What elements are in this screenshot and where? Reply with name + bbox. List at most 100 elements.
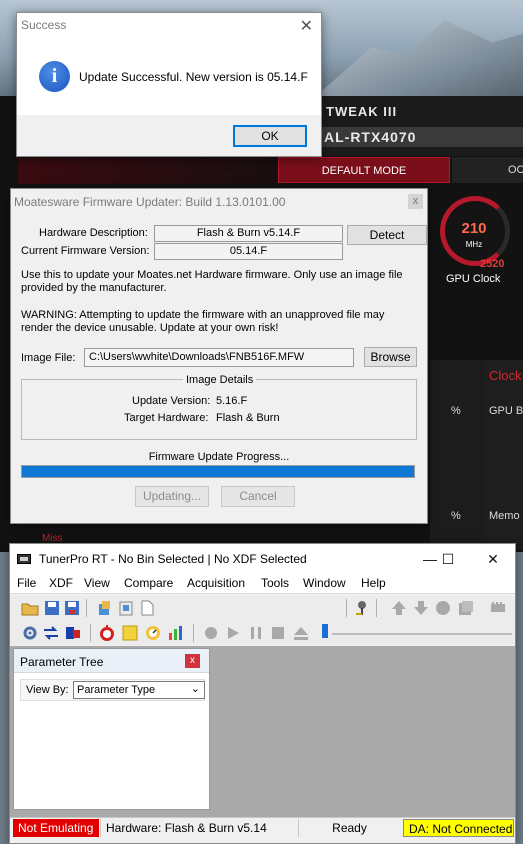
playback-slider-track[interactable] — [332, 633, 512, 635]
record-icon[interactable] — [202, 624, 220, 642]
oc-mode-tab[interactable]: OC — [452, 157, 523, 183]
dialog-title: Success — [21, 18, 67, 32]
gpu-memory-label: Memo — [489, 510, 520, 522]
toolbar-separator — [86, 599, 87, 617]
menu-bar: File XDF View Compare Acquisition Tools … — [10, 574, 515, 594]
firmware-version-field: 05.14.F — [154, 243, 343, 260]
gpu-percent-label: % — [451, 405, 461, 417]
firmware-updater-window: Moatesware Firmware Updater: Build 1.13.… — [10, 188, 428, 524]
close-icon[interactable]: ✕ — [300, 16, 313, 36]
ready-status: Ready — [298, 819, 400, 837]
load-xdf-icon[interactable] — [96, 599, 114, 617]
firmware-version-label: Current Firmware Version: — [21, 245, 150, 257]
pages-icon[interactable] — [457, 599, 475, 617]
window-title: TunerPro RT - No Bin Selected | No XDF S… — [39, 552, 307, 566]
tunerpro-window: TunerPro RT - No Bin Selected | No XDF S… — [9, 543, 516, 844]
close-icon[interactable]: x — [185, 654, 200, 668]
record-icon[interactable] — [434, 599, 452, 617]
view-by-value: Parameter Type — [77, 684, 156, 696]
window-title: Moatesware Firmware Updater: Build 1.13.… — [14, 195, 286, 209]
gpu-clock-section-label: Clock — [489, 368, 522, 383]
stop-icon[interactable] — [269, 624, 287, 642]
view-by-label: View By: — [26, 684, 69, 696]
menu-help[interactable]: Help — [361, 576, 386, 590]
update-version-label: Update Version: — [132, 395, 211, 407]
gear-icon[interactable] — [21, 624, 39, 642]
progress-fill — [22, 466, 414, 477]
chip-icon — [17, 554, 31, 564]
menu-view[interactable]: View — [84, 576, 110, 590]
emulation-status: Not Emulating — [13, 819, 99, 837]
status-bar: Not Emulating Hardware: Flash & Burn v5.… — [10, 817, 515, 837]
info-text: Use this to update your Moates.net Hardw… — [21, 269, 403, 294]
gpu-tweak-title: TWEAK III — [326, 104, 398, 119]
parameter-tree-title: Parameter Tree — [20, 655, 104, 669]
pause-icon[interactable] — [247, 624, 265, 642]
close-icon[interactable]: x — [408, 194, 423, 209]
stopwatch-icon[interactable] — [98, 624, 116, 642]
transfer-icon[interactable] — [64, 624, 82, 642]
toolbar-separator — [90, 624, 91, 642]
eject-icon[interactable] — [292, 624, 310, 642]
default-mode-tab[interactable]: DEFAULT MODE — [278, 157, 450, 183]
ok-button[interactable]: OK — [233, 125, 307, 147]
playback-slider-thumb[interactable] — [322, 624, 328, 638]
close-icon[interactable]: ✕ — [481, 548, 505, 570]
hardware-description-label: Hardware Description: — [39, 227, 148, 239]
title-bar: TunerPro RT - No Bin Selected | No XDF S… — [10, 544, 515, 574]
toolbar-secondary — [10, 621, 515, 645]
da-status: DA: Not Connected — [403, 819, 514, 837]
hardware-description-field: Flash & Burn v5.14.F — [154, 225, 343, 242]
save-icon[interactable] — [43, 599, 61, 617]
chevron-down-icon: ⌄ — [190, 683, 200, 695]
connect-icon[interactable] — [353, 599, 371, 617]
warning-text: WARNING: Attempting to update the firmwa… — [21, 309, 385, 334]
menu-tools[interactable]: Tools — [261, 576, 289, 590]
notes-icon[interactable] — [121, 624, 139, 642]
open-icon[interactable] — [21, 599, 39, 617]
gauge-icon[interactable] — [144, 624, 162, 642]
menu-window[interactable]: Window — [303, 576, 346, 590]
swap-icon[interactable] — [42, 624, 60, 642]
menu-xdf[interactable]: XDF — [49, 576, 73, 590]
image-details-title: Image Details — [183, 374, 257, 386]
view-by-dropdown[interactable]: Parameter Type ⌄ — [73, 681, 205, 699]
image-file-field[interactable]: C:\Users\wwhite\Downloads\FNB516F.MFW — [84, 348, 354, 367]
gpu-percent-label: % — [451, 510, 461, 522]
menu-acquisition[interactable]: Acquisition — [187, 576, 245, 590]
menu-compare[interactable]: Compare — [124, 576, 173, 590]
edit-xdf-icon[interactable] — [117, 599, 135, 617]
cancel-button[interactable]: Cancel — [221, 486, 295, 507]
success-dialog: Success ✕ i Update Successful. New versi… — [16, 12, 322, 157]
update-version-value: 5.16.F — [216, 395, 248, 407]
view-by-row: View By: Parameter Type ⌄ — [20, 679, 205, 701]
chart-icon[interactable] — [167, 624, 185, 642]
hardware-status: Hardware: Flash & Burn v5.14 — [100, 819, 296, 837]
gpu-clock-unit: MHz — [465, 240, 483, 249]
dialog-message: Update Successful. New version is 05.14.… — [79, 70, 308, 84]
gpu-model-label: AL-RTX4070 — [318, 127, 523, 147]
menu-file[interactable]: File — [17, 576, 36, 590]
gpu-clock-label: GPU Clock — [446, 273, 501, 285]
save-as-icon[interactable] — [63, 599, 81, 617]
target-hardware-label: Target Hardware: — [124, 412, 209, 424]
arrow-down-icon[interactable] — [412, 599, 430, 617]
play-icon[interactable] — [224, 624, 242, 642]
toolbar-separator — [346, 599, 347, 617]
arrow-up-icon[interactable] — [390, 599, 408, 617]
gpu-boost-label: GPU Bo — [489, 405, 523, 417]
detect-button[interactable]: Detect — [347, 225, 427, 245]
gpu-clock-value: 210 — [461, 220, 487, 237]
browse-button[interactable]: Browse — [364, 347, 417, 367]
image-file-label: Image File: — [21, 352, 76, 364]
gpu-clock-max: 2520 — [480, 258, 505, 270]
target-hardware-value: Flash & Burn — [216, 412, 280, 424]
new-document-icon[interactable] — [138, 599, 156, 617]
toolbar-separator — [193, 624, 194, 642]
chip-icon[interactable] — [489, 599, 507, 617]
info-icon: i — [39, 61, 70, 92]
gpu-accent-band — [18, 158, 276, 184]
updating-button[interactable]: Updating... — [135, 486, 209, 507]
toolbar-main — [10, 596, 515, 620]
maximize-icon[interactable]: ☐ — [436, 548, 460, 570]
